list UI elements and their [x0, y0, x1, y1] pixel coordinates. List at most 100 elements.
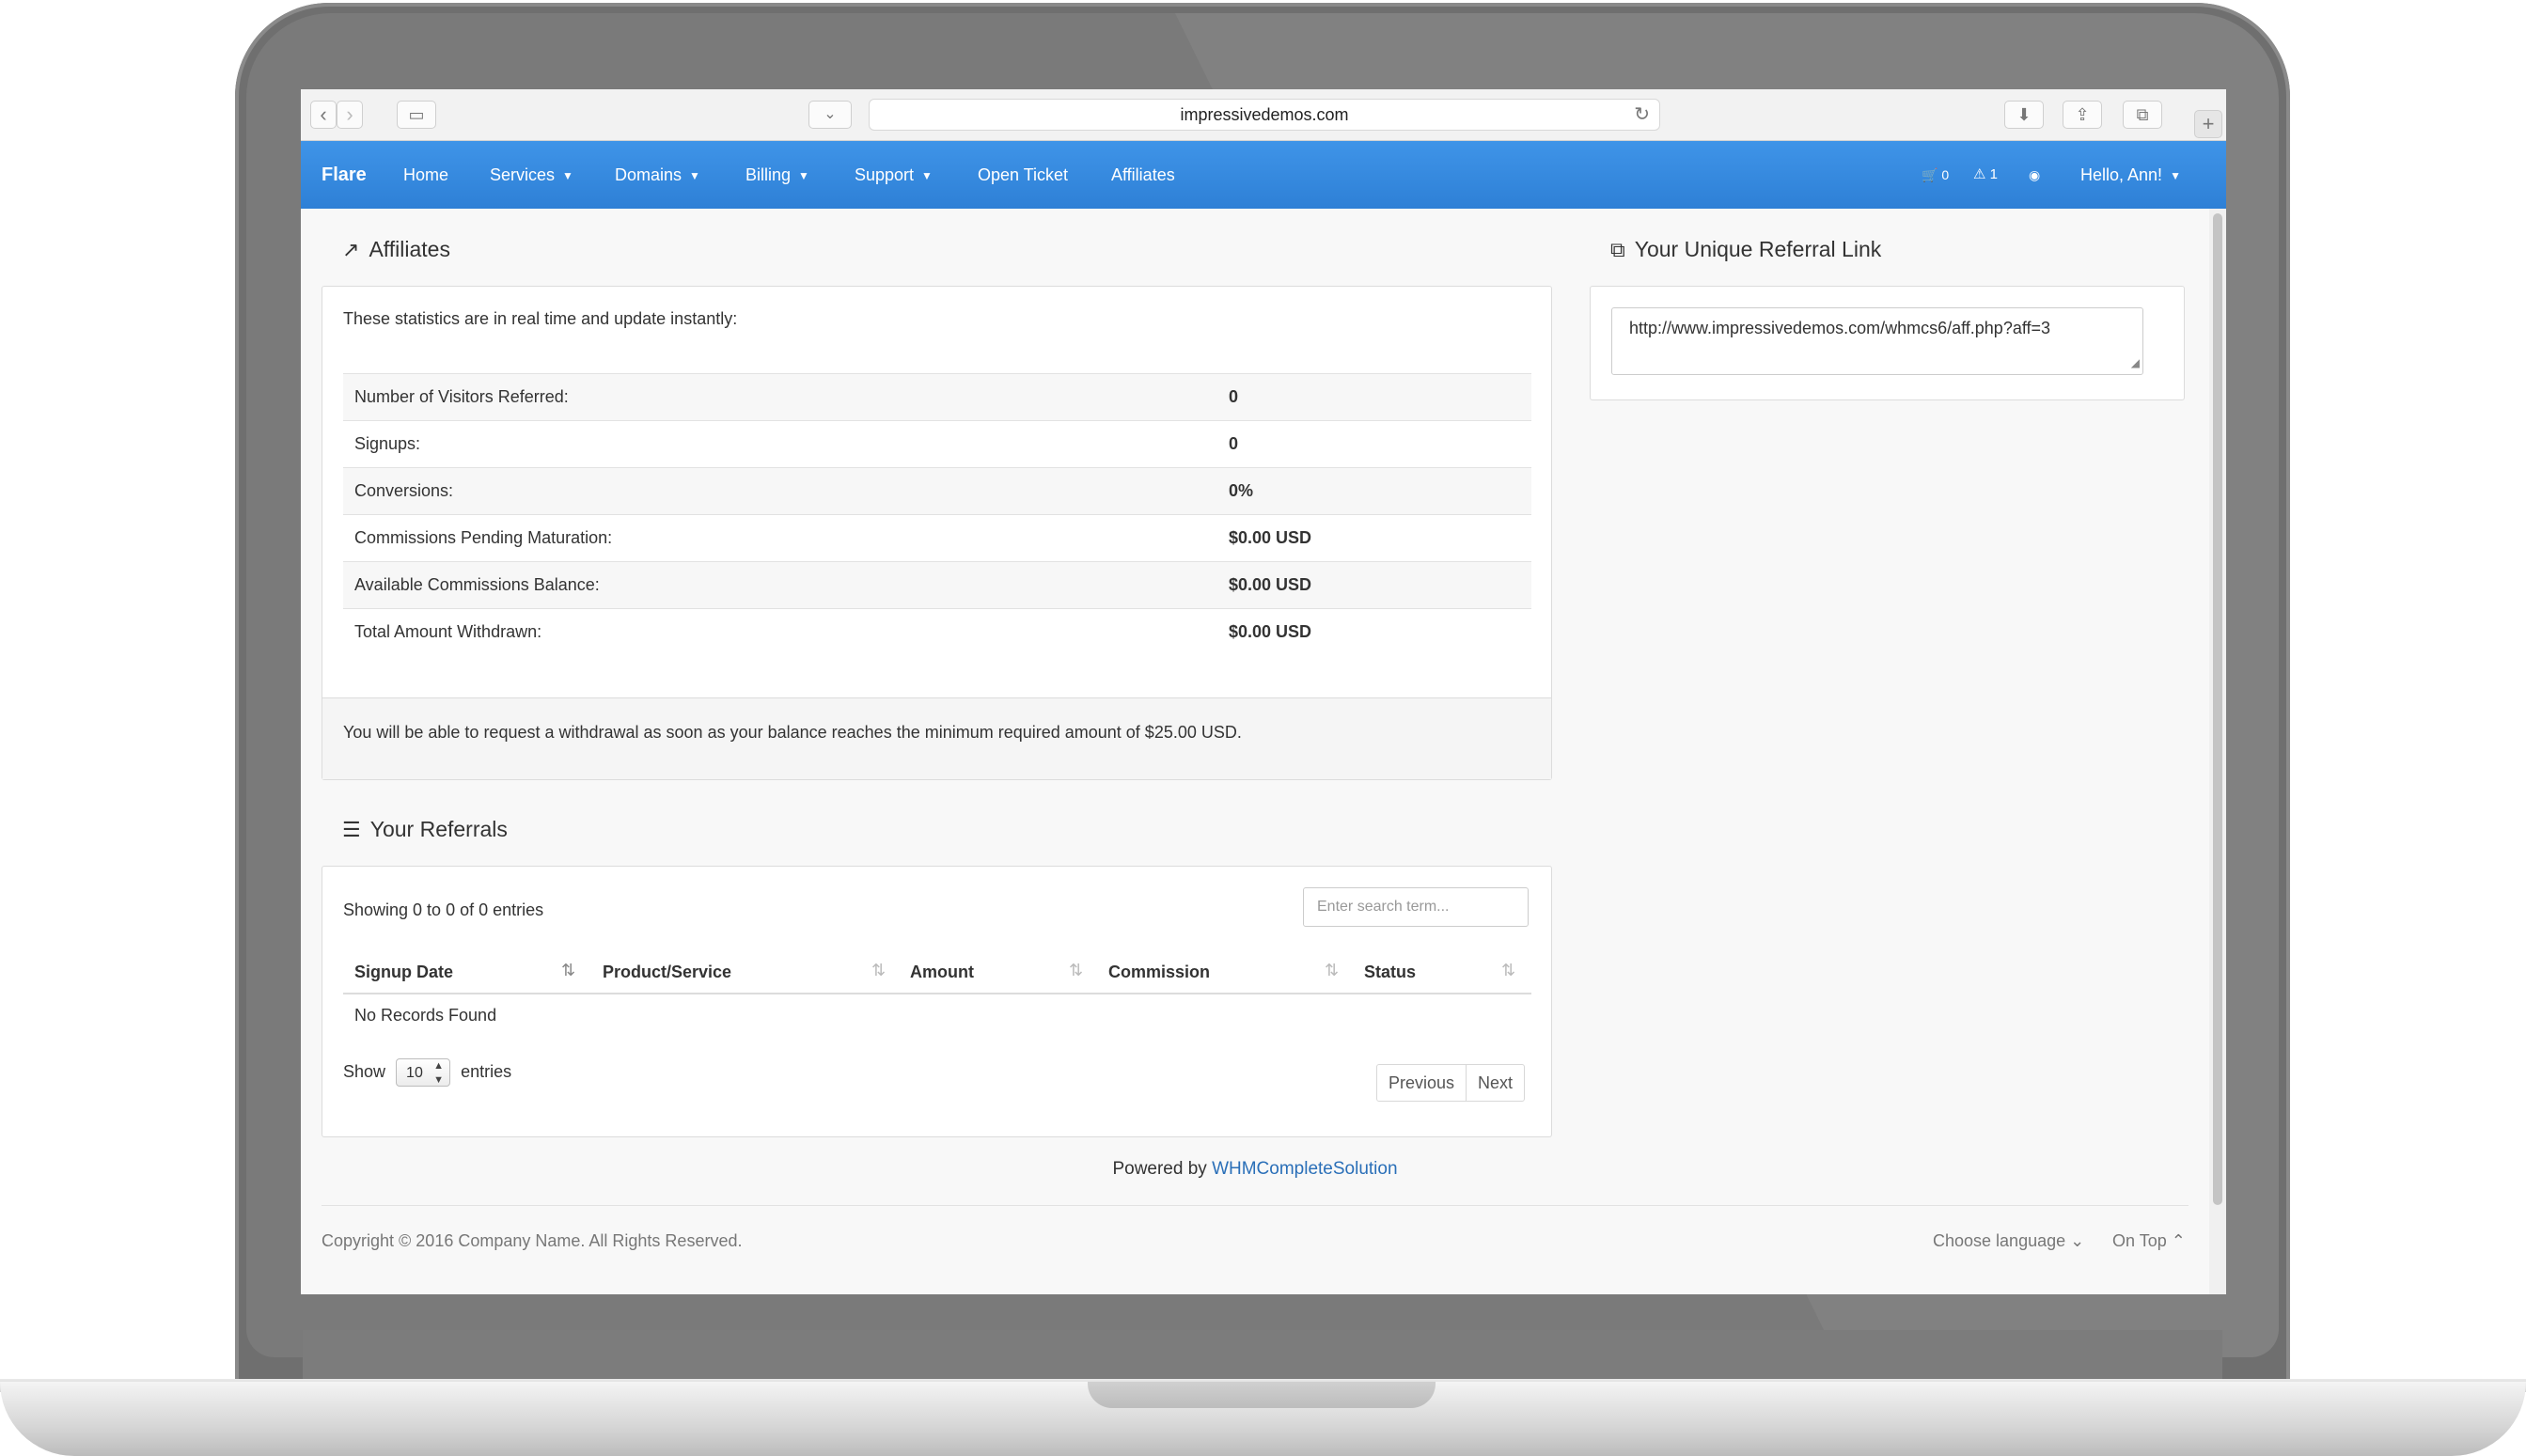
- withdrawal-note-footer: You will be able to request a withdrawal…: [322, 697, 1551, 779]
- main-navbar: Flare Home Services ▼ Domains ▼ Billing ▼ S…: [301, 141, 2226, 209]
- on-top-label: On Top: [2112, 1231, 2167, 1250]
- whmcs-link[interactable]: WHMCompleteSolution: [1212, 1159, 1397, 1179]
- referral-link-field[interactable]: http://www.impressivedemos.com/whmcs6/af…: [1611, 307, 2143, 375]
- column-commission[interactable]: Commission: [1108, 963, 1210, 982]
- nav-affiliates[interactable]: Affiliates: [1111, 141, 1175, 209]
- nav-support[interactable]: Support ▼: [855, 141, 933, 209]
- nav-domains[interactable]: Domains ▼: [615, 141, 700, 209]
- forward-icon[interactable]: ›: [337, 101, 363, 129]
- chevron-down-icon: ▼: [921, 169, 933, 183]
- resize-grip-icon[interactable]: ◢: [2131, 352, 2140, 373]
- sort-icon[interactable]: ⇅: [1501, 961, 1515, 980]
- sort-icon[interactable]: ⇅: [1069, 961, 1083, 980]
- chevron-down-icon: ▼: [689, 169, 700, 183]
- column-product-service[interactable]: Product/Service: [603, 963, 731, 982]
- cart-button[interactable]: 🛒 0: [1922, 141, 1949, 209]
- search-input[interactable]: Enter search term...: [1303, 887, 1529, 927]
- share-icon[interactable]: ⇪: [2063, 101, 2102, 129]
- page-length-value: 10: [406, 1065, 423, 1081]
- stat-label: Conversions:: [354, 481, 454, 500]
- select-arrows-icon: ▲ ▼: [433, 1060, 445, 1086]
- scrollbar-thumb[interactable]: [2213, 213, 2222, 1205]
- nav-services[interactable]: Services ▼: [490, 141, 573, 209]
- column-signup-date[interactable]: Signup Date: [354, 963, 453, 982]
- stat-value: $0.00 USD: [1229, 575, 1312, 594]
- nav-billing-label: Billing: [745, 165, 792, 184]
- sort-icon[interactable]: ⇅: [871, 961, 886, 980]
- chevron-down-icon: ▼: [798, 169, 809, 183]
- chevron-down-icon: ⌄: [2070, 1231, 2085, 1250]
- alerts-button[interactable]: ⚠ 1: [1973, 141, 1998, 209]
- copy-icon: ⧉: [1610, 238, 1625, 261]
- empty-table-message: No Records Found: [354, 1006, 497, 1025]
- referral-link-url: http://www.impressivedemos.com/whmcs6/af…: [1629, 319, 2051, 337]
- nav-services-label: Services: [490, 165, 556, 184]
- nav-open-ticket[interactable]: Open Ticket: [978, 141, 1068, 209]
- alert-count: 1: [1989, 166, 1998, 182]
- reload-icon[interactable]: ↻: [1634, 100, 1650, 130]
- laptop-notch: [1088, 1382, 1436, 1408]
- page-length-select[interactable]: 10 ▲ ▼: [396, 1058, 451, 1087]
- address-bar[interactable]: impressivedemos.com ↻: [869, 99, 1660, 131]
- user-menu[interactable]: Hello, Ann! ▼: [2080, 141, 2181, 209]
- column-amount[interactable]: Amount: [910, 963, 974, 982]
- cart-icon: 🛒: [1922, 167, 1938, 182]
- new-tab-icon[interactable]: +: [2194, 110, 2222, 138]
- next-button[interactable]: Next: [1466, 1065, 1524, 1101]
- table-row: Commissions Pending Maturation: $0.00 USD: [343, 514, 1531, 561]
- on-top-link[interactable]: On Top ⌃: [2112, 1231, 2186, 1251]
- tabs-icon[interactable]: ⧉: [2123, 101, 2162, 129]
- stats-table: Number of Visitors Referred: 0 Signups: 0 …: [343, 373, 1531, 655]
- external-link-icon: ↗: [342, 238, 360, 261]
- table-row: Number of Visitors Referred: 0: [343, 373, 1531, 420]
- referrals-table-header: Signup Date ⇅ Product/Service ⇅ Amount ⇅…: [343, 953, 1531, 994]
- nav-support-label: Support: [855, 165, 915, 184]
- cart-count: 0: [1941, 167, 1950, 182]
- affiliates-heading: ↗ Affiliates: [342, 237, 450, 262]
- screen: ‹ › ▭ ⌄ impressivedemos.com ↻ ⬇ ⇪ ⧉ + Fl…: [301, 89, 2226, 1294]
- sort-icon[interactable]: ⇅: [561, 961, 575, 980]
- address-url: impressivedemos.com: [1180, 105, 1349, 124]
- stat-label: Total Amount Withdrawn:: [354, 622, 542, 641]
- table-row: Available Commissions Balance: $0.00 USD: [343, 561, 1531, 608]
- nav-home[interactable]: Home: [403, 141, 448, 209]
- stat-value: $0.00 USD: [1229, 622, 1312, 641]
- nav-open-ticket-label: Open Ticket: [978, 165, 1069, 184]
- nav-affiliates-label: Affiliates: [1111, 165, 1175, 184]
- status-icon[interactable]: ◉: [2029, 141, 2040, 209]
- previous-button[interactable]: Previous: [1377, 1065, 1466, 1101]
- referrals-heading: ☰ Your Referrals: [342, 817, 508, 842]
- powered-prefix: Powered by: [1112, 1159, 1213, 1179]
- column-status[interactable]: Status: [1364, 963, 1416, 982]
- footer-divider: [322, 1205, 2189, 1206]
- alert-icon: ⚠: [1973, 166, 1986, 182]
- list-icon: ☰: [342, 818, 361, 841]
- nav-billing[interactable]: Billing ▼: [745, 141, 809, 209]
- browser-toolbar: ‹ › ▭ ⌄ impressivedemos.com ↻ ⬇ ⇪ ⧉ +: [301, 89, 2226, 141]
- sidebar-icon[interactable]: ▭: [397, 101, 436, 129]
- pocket-icon[interactable]: ⌄: [808, 101, 852, 129]
- laptop-chin: [303, 1330, 2222, 1379]
- choose-language-label: Choose language: [1933, 1231, 2066, 1250]
- table-row: Conversions: 0%: [343, 467, 1531, 514]
- chevron-down-icon: ▼: [562, 169, 573, 183]
- affiliates-panel: These statistics are in real time and up…: [322, 286, 1552, 780]
- back-icon[interactable]: ‹: [310, 101, 337, 129]
- stat-value: 0%: [1229, 481, 1254, 500]
- page-content: ↗ Affiliates These statistics are in real…: [301, 209, 2209, 1294]
- table-row: Total Amount Withdrawn: $0.00 USD: [343, 608, 1531, 655]
- page-length-control: Show 10 ▲ ▼ entries: [343, 1058, 511, 1087]
- table-row: Signups: 0: [343, 420, 1531, 467]
- chevron-up-icon: ⌃: [2171, 1231, 2186, 1250]
- entries-info: Showing 0 to 0 of 0 entries: [343, 900, 544, 919]
- entries-label: entries: [461, 1061, 512, 1081]
- language-chooser[interactable]: Choose language ⌄: [1933, 1231, 2084, 1251]
- nav-home-label: Home: [403, 165, 449, 184]
- sort-icon[interactable]: ⇅: [1325, 961, 1339, 980]
- brand-logo[interactable]: Flare: [322, 141, 367, 209]
- pagination: Previous Next: [1376, 1064, 1526, 1102]
- stat-value: 0: [1229, 387, 1239, 406]
- download-icon[interactable]: ⬇: [2004, 101, 2044, 129]
- show-label: Show: [343, 1061, 386, 1081]
- referral-link-panel: http://www.impressivedemos.com/whmcs6/af…: [1590, 286, 2185, 400]
